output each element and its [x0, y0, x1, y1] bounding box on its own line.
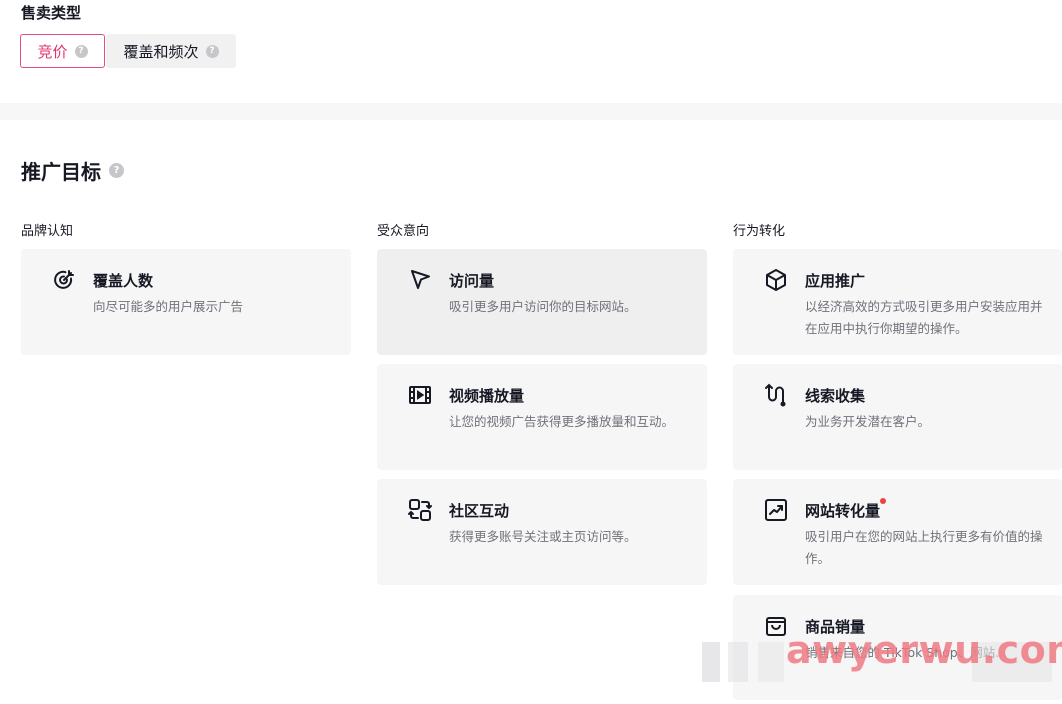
objective-card-video-views[interactable]: 视频播放量 让您的视频广告获得更多播放量和互动。 [377, 364, 707, 470]
card-description: 为业务开发潜在客户。 [805, 414, 931, 429]
objective-card-reach[interactable]: 覆盖人数 向尽可能多的用户展示广告 [21, 249, 351, 355]
card-title: 线索收集 [805, 387, 866, 405]
card-description: 吸引更多用户访问你的目标网站。 [449, 299, 637, 314]
card-description: 以经济高效的方式吸引更多用户安装应用并在应用中执行你期望的操作。 [805, 299, 1043, 336]
card-description: 吸引用户在您的网站上执行更多有价值的操作。 [805, 529, 1043, 566]
card-title: 应用推广 [805, 272, 866, 290]
objective-title-text: 推广目标 [21, 160, 101, 184]
column-header-consideration: 受众意向 [377, 224, 430, 239]
cube-icon [763, 267, 789, 293]
objective-card-app-promotion[interactable]: 应用推广 以经济高效的方式吸引更多用户安装应用并在应用中执行你期望的操作。 [733, 249, 1062, 355]
sale-type-option-label: 覆盖和频次 [123, 42, 199, 61]
cursor-icon [407, 267, 433, 293]
column-header-awareness: 品牌认知 [21, 224, 74, 239]
video-icon [407, 382, 433, 408]
card-title: 网站转化量 [805, 502, 881, 520]
watermark-text: awyerwu.com [786, 628, 1062, 672]
new-badge-dot [880, 498, 886, 504]
funnel-icon [763, 382, 789, 408]
card-description: 获得更多账号关注或主页访问等。 [449, 529, 637, 544]
column-header-conversion: 行为转化 [733, 224, 786, 239]
card-title: 视频播放量 [449, 387, 525, 405]
sale-type-option-label: 竞价 [37, 42, 68, 61]
objective-card-lead-generation[interactable]: 线索收集 为业务开发潜在客户。 [733, 364, 1062, 470]
help-icon[interactable]: ? [109, 163, 124, 178]
card-description: 让您的视频广告获得更多播放量和互动。 [449, 414, 675, 429]
card-title: 覆盖人数 [93, 272, 154, 290]
objective-card-traffic[interactable]: 访问量 吸引更多用户访问你的目标网站。 [377, 249, 707, 355]
card-description: 向尽可能多的用户展示广告 [93, 299, 244, 314]
objective-card-website-conversions[interactable]: 网站转化量 吸引用户在您的网站上执行更多有价值的操作。 [733, 479, 1062, 585]
trend-icon [763, 497, 789, 523]
community-icon [407, 497, 433, 523]
target-icon [51, 267, 77, 293]
objective-title: 推广目标 ? [21, 156, 124, 185]
sale-type-option-reach-frequency[interactable]: 覆盖和频次 ? [106, 34, 236, 68]
sale-type-label: 售卖类型 [21, 4, 82, 22]
help-icon[interactable]: ? [205, 44, 219, 58]
help-icon[interactable]: ? [74, 44, 88, 58]
card-title: 社区互动 [449, 502, 510, 520]
section-divider [0, 103, 1062, 120]
sale-type-option-bidding[interactable]: 竞价 ? [20, 34, 105, 68]
objective-card-community[interactable]: 社区互动 获得更多账号关注或主页访问等。 [377, 479, 707, 585]
card-title: 访问量 [449, 272, 495, 290]
